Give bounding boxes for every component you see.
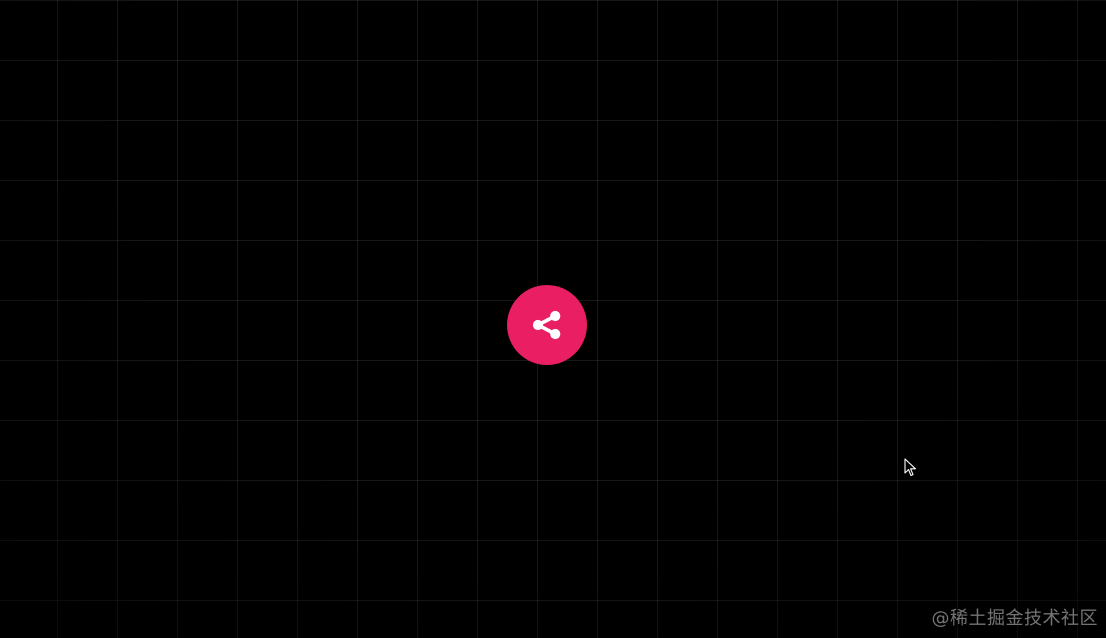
share-icon — [532, 310, 561, 340]
watermark-text: @稀土掘金技术社区 — [931, 608, 1098, 629]
mouse-pointer-icon — [904, 458, 917, 477]
grid-background: @稀土掘金技术社区 — [0, 0, 1106, 638]
share-button[interactable] — [507, 285, 587, 365]
